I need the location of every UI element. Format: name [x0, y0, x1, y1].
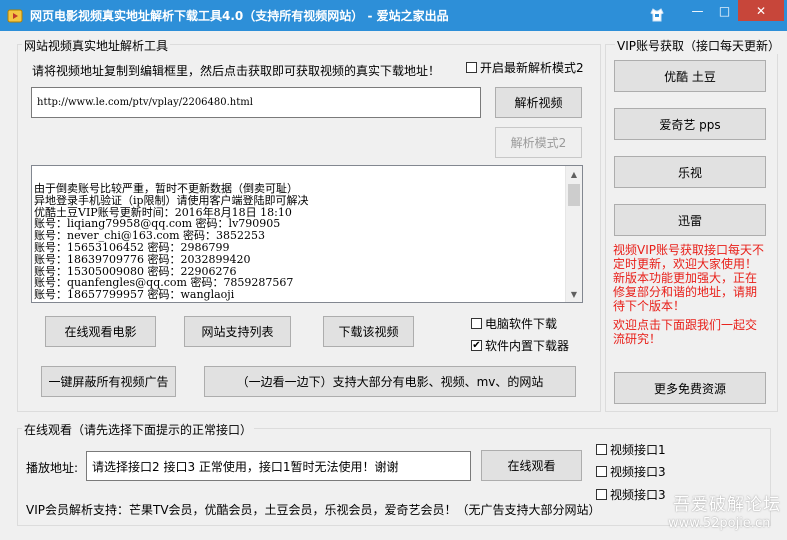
- maximize-button[interactable]: □: [711, 0, 738, 21]
- vip-group-label: VIP账号获取（接口每天更新）: [615, 37, 782, 54]
- invite-line: 欢迎点击下面跟我们一起交: [613, 318, 758, 332]
- checkbox-box-checked[interactable]: ✔: [471, 340, 482, 351]
- minimize-button[interactable]: —: [684, 0, 711, 21]
- edge-watch-button[interactable]: （一边看一边下）支持大部分有电影、视频、mv、的网站: [204, 366, 576, 397]
- checkbox-box[interactable]: [596, 466, 607, 477]
- scroll-thumb[interactable]: [568, 184, 580, 206]
- vip-notice: 视频VIP账号获取接口每天不 定时更新，欢迎大家使用！ 新版本功能更加强大，正在…: [613, 243, 764, 313]
- scroll-up-icon[interactable]: ▲: [566, 166, 582, 182]
- result-line: 账号：15653106452 密码：2986799: [34, 240, 230, 254]
- site-list-button[interactable]: 网站支持列表: [184, 316, 291, 347]
- vip-iqiyi-button[interactable]: 爱奇艺 pps: [614, 108, 766, 140]
- notice-line: 新版本功能更加强大，正在: [613, 271, 758, 285]
- watermark-title: 吾爱破解论坛: [673, 495, 781, 515]
- url-input[interactable]: http://www.le.com/ptv/vplay/2206480.html: [31, 87, 481, 118]
- online-group-label: 在线观看（请先选择下面提示的正常接口）: [22, 421, 255, 438]
- result-textarea[interactable]: 由于倒卖账号比较严重，暂时不更新数据（倒卖可耻） 异地登录手机验证（ip限制）请使…: [31, 165, 583, 303]
- invite-line: 流研究！: [613, 332, 662, 346]
- vip-support-text: VIP会员解析支持：芒果TV会员，优酷会员，土豆会员，乐视会员，爱奇艺会员！（无…: [26, 503, 601, 517]
- result-line: 账号：18639709776 密码：2032899420: [34, 252, 251, 266]
- watch-online-button[interactable]: 在线观看: [481, 450, 582, 481]
- title-bar: 网页电影视频真实地址解析下载工具4.0（支持所有视频网站） - 爱站之家出品 —…: [0, 0, 787, 31]
- interface3-checkbox[interactable]: 视频接口3: [596, 486, 666, 503]
- latest-mode-checkbox[interactable]: 开启最新解析模式2: [466, 59, 584, 76]
- close-button[interactable]: ✕: [738, 0, 784, 21]
- download-video-button[interactable]: 下载该视频: [323, 316, 414, 347]
- vertical-scrollbar[interactable]: ▲ ▼: [565, 166, 582, 302]
- builtin-download-checkbox[interactable]: ✔ 软件内置下载器: [471, 337, 569, 354]
- interface2-label: 视频接口3: [610, 465, 666, 479]
- vip-xunlei-button[interactable]: 迅雷: [614, 204, 766, 236]
- play-address-input[interactable]: 请选择接口2 接口3 正常使用，接口1暂时无法使用！谢谢: [86, 451, 471, 481]
- watch-online-movie-button[interactable]: 在线观看电影: [45, 316, 156, 347]
- interface3-label: 视频接口3: [610, 488, 666, 502]
- invite-notice: 欢迎点击下面跟我们一起交 流研究！: [613, 318, 757, 346]
- scroll-down-icon[interactable]: ▼: [566, 286, 582, 302]
- block-ads-button[interactable]: 一键屏蔽所有视频广告: [41, 366, 176, 397]
- vip-youku-button[interactable]: 优酷 土豆: [614, 60, 766, 92]
- play-address-label: 播放地址:: [26, 461, 79, 475]
- check-icon: ✔: [472, 339, 481, 351]
- checkbox-box[interactable]: [596, 489, 607, 500]
- notice-line: 视频VIP账号获取接口每天不: [613, 243, 764, 257]
- parse-mode2-button[interactable]: 解析模式2: [495, 127, 582, 158]
- checkbox-box[interactable]: [596, 444, 607, 455]
- parse-video-button[interactable]: 解析视频: [495, 87, 582, 118]
- pc-download-checkbox[interactable]: 电脑软件下载: [471, 315, 557, 332]
- instruction-text: 请将视频地址复制到编辑框里，然后点击获取即可获取视频的真实下载地址！: [32, 64, 441, 78]
- parser-group-label: 网站视频真实地址解析工具: [22, 37, 171, 54]
- app-icon: [7, 9, 23, 23]
- notice-line: 定时更新，欢迎大家使用！: [613, 257, 758, 271]
- interface1-checkbox[interactable]: 视频接口1: [596, 441, 666, 458]
- vip-letv-button[interactable]: 乐视: [614, 156, 766, 188]
- result-lines: 由于倒卖账号比较严重，暂时不更新数据（倒卖可耻） 异地登录手机验证（ip限制）请使…: [34, 183, 309, 301]
- window-title: 网页电影视频真实地址解析下载工具4.0（支持所有视频网站） - 爱站之家出品: [30, 9, 449, 23]
- interface2-checkbox[interactable]: 视频接口3: [596, 463, 666, 480]
- more-resources-button[interactable]: 更多免费资源: [614, 372, 766, 404]
- watermark-url: www.52pojie.cn: [668, 516, 771, 531]
- checkbox-box[interactable]: [471, 318, 482, 329]
- builtin-download-label: 软件内置下载器: [485, 339, 570, 353]
- latest-mode-label: 开启最新解析模式2: [480, 61, 584, 75]
- interface1-label: 视频接口1: [610, 443, 666, 457]
- pc-download-label: 电脑软件下载: [485, 317, 558, 331]
- result-line: 异地登录手机验证（ip限制）请使用客户端登陆即可解决: [34, 193, 309, 207]
- checkbox-box[interactable]: [466, 62, 477, 73]
- notice-line: 修复部分和谐的地址，请期: [613, 285, 758, 299]
- notice-line: 待下个版本！: [613, 299, 686, 313]
- skin-icon[interactable]: [648, 6, 666, 24]
- result-line: 账号：18657799957 密码：wanglaoji: [34, 288, 235, 302]
